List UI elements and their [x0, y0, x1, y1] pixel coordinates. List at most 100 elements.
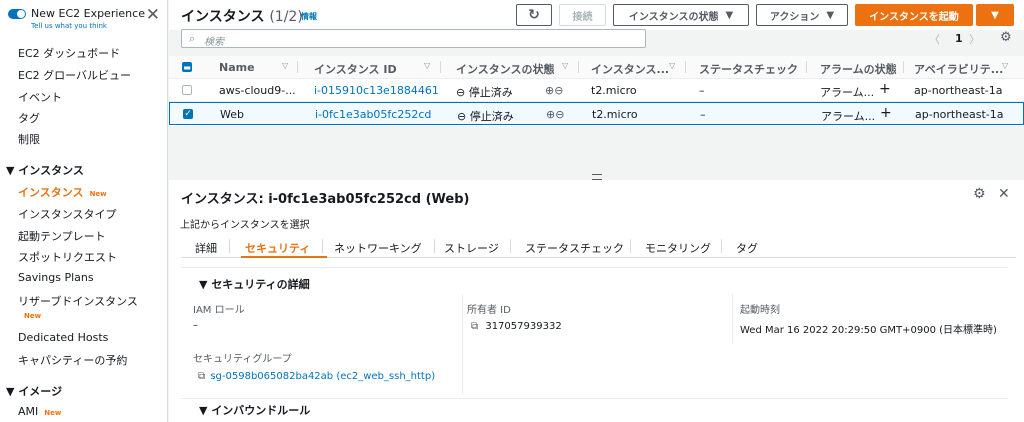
caret-down-icon: ▼ — [199, 278, 208, 291]
zoom-in-icon[interactable]: ⊕ — [545, 84, 554, 97]
alarm-status: アラーム... — [821, 110, 876, 123]
zoom-icons[interactable]: ⊕⊖ — [546, 108, 564, 121]
sidebar-item-limits[interactable]: 制限 — [18, 131, 40, 147]
active-tab-underline — [241, 256, 327, 258]
detail-subtitle: 上記からインスタンスを選択 — [180, 220, 310, 231]
table-header: ▬ Name ▽ インスタンス ID ▽ インスタンスの状態 ▽ インスタンス.… — [169, 56, 1024, 79]
copy-icon[interactable]: ⧉ — [198, 371, 205, 382]
add-alarm-icon[interactable]: + — [880, 105, 892, 121]
select-all-checkbox[interactable]: ▬ — [182, 62, 192, 72]
zoom-out-icon[interactable]: ⊖ — [554, 84, 563, 97]
instance-id-link[interactable]: i-0fc1e3ab05fc252cd — [315, 108, 431, 121]
search-input[interactable]: ⌕ 検索 — [181, 29, 646, 48]
refresh-button[interactable]: ↻ — [516, 4, 552, 26]
search-placeholder: 検索 — [204, 37, 224, 48]
chevron-right-icon[interactable]: 〉 — [969, 31, 980, 47]
launch-dropdown-button[interactable]: ▼ — [976, 4, 1014, 26]
sidebar-item-dedicated-hosts[interactable]: Dedicated Hosts — [18, 331, 108, 344]
filter-icon[interactable]: ▽ — [887, 61, 893, 70]
chevron-left-icon[interactable]: 〈 — [929, 31, 940, 47]
sidebar-item-events[interactable]: イベント — [18, 89, 62, 105]
sidebar-item-ami[interactable]: AMI New — [18, 405, 61, 418]
sidebar-item-instances[interactable]: インスタンス New — [18, 184, 107, 200]
row-checkbox[interactable] — [182, 85, 192, 95]
section-title: インバウンドルール — [211, 404, 311, 417]
page-number[interactable]: 1 — [955, 32, 963, 45]
col-alarm-status[interactable]: アラームの状態 — [820, 61, 897, 77]
connect-button[interactable]: 接続 — [559, 4, 606, 26]
sidebar-item-dashboard[interactable]: EC2 ダッシュボード — [18, 45, 120, 61]
filter-icon[interactable]: ▽ — [669, 61, 675, 70]
sidebar-section-images[interactable]: ▼ イメージ — [6, 383, 62, 399]
table-row[interactable]: aws-cloud9-... i-015910c13e1884461 ⊖ 停止済… — [169, 79, 1024, 102]
instance-type: t2.micro — [592, 108, 638, 121]
zoom-in-icon[interactable]: ⊕ — [546, 108, 555, 121]
tab-tags[interactable]: タグ — [736, 240, 758, 256]
sidebar-item-savings-plans[interactable]: Savings Plans — [18, 271, 94, 284]
stopped-icon: ⊖ — [456, 86, 466, 99]
state-text: 停止済み — [469, 110, 514, 123]
actions-button[interactable]: アクション ▼ — [756, 4, 848, 26]
col-availability-zone[interactable]: アベイラビリテ... — [914, 61, 1003, 77]
filter-icon[interactable]: ▽ — [562, 61, 568, 70]
tab-divider — [630, 239, 631, 253]
instance-detail-panel: インスタンス: i-0fc1e3ab05fc252cd (Web) ⚙ ✕ 上記… — [169, 180, 1024, 422]
instances-header: インスタンス (1/2) 情報 ↻ 接続 インスタンスの状態 ▼ アクション ▼… — [169, 0, 1024, 48]
gear-icon[interactable]: ⚙ — [973, 186, 986, 202]
launch-time-value: Wed Mar 16 2022 20:29:50 GMT+0900 (日本標準時… — [740, 325, 997, 336]
tab-status-checks[interactable]: ステータスチェック — [525, 240, 624, 256]
refresh-icon: ↻ — [528, 7, 540, 23]
sidebar-item-label: インスタンス — [18, 186, 84, 199]
zoom-icons[interactable]: ⊕⊖ — [545, 84, 563, 97]
toggle-switch[interactable] — [8, 9, 26, 19]
gear-icon[interactable]: ⚙ — [1000, 30, 1012, 45]
tab-networking[interactable]: ネットワーキング — [334, 240, 422, 256]
sidebar-item-launch-templates[interactable]: 起動テンプレート — [18, 228, 106, 244]
tab-monitoring[interactable]: モニタリング — [645, 240, 711, 256]
sidebar-item-tags[interactable]: タグ — [18, 110, 40, 126]
col-status-check[interactable]: ステータスチェック — [699, 61, 798, 77]
table-row[interactable]: ✓ Web i-0fc1e3ab05fc252cd ⊖ 停止済み ⊕⊖ t2.m… — [169, 102, 1024, 125]
col-instance-state[interactable]: インスタンスの状態 — [456, 61, 555, 77]
filter-icon[interactable]: ▽ — [424, 61, 430, 70]
state-text: 停止済み — [468, 86, 513, 99]
filter-icon[interactable]: ▽ — [282, 61, 288, 70]
sidebar-item-reserved-instances[interactable]: リザーブドインスタンス — [18, 293, 138, 309]
zoom-out-icon[interactable]: ⊖ — [555, 108, 564, 121]
close-icon[interactable]: ✕ — [146, 7, 160, 24]
col-instance-id[interactable]: インスタンス ID — [314, 61, 397, 77]
tab-security[interactable]: セキュリティ — [245, 240, 310, 256]
sidebar-section-instances[interactable]: ▼ インスタンス — [6, 162, 84, 178]
column-divider — [440, 61, 441, 73]
copy-icon[interactable]: ⧉ — [471, 321, 478, 332]
instance-state-button[interactable]: インスタンスの状態 ▼ — [613, 4, 749, 26]
new-experience-toggle[interactable]: New EC2 Experience Tell us what you thin… — [8, 7, 160, 33]
tab-details[interactable]: 詳細 — [195, 240, 217, 256]
sidebar-item-capacity-reservations[interactable]: キャパシティーの予約 — [18, 352, 127, 368]
tab-divider — [434, 239, 435, 253]
tab-storage[interactable]: ストレージ — [444, 240, 499, 256]
instance-id-link[interactable]: i-015910c13e1884461 — [314, 84, 439, 97]
instance-name: Web — [220, 108, 244, 121]
section-header-inbound[interactable]: ▼ インバウンドルール — [199, 402, 310, 418]
section-header-security[interactable]: ▼ セキュリティの詳細 — [199, 276, 310, 292]
row-checkbox[interactable]: ✓ — [183, 109, 193, 119]
caret-down-icon: ▼ — [199, 404, 208, 417]
sidebar-item-global-view[interactable]: EC2 グローバルビュー — [18, 67, 131, 83]
feedback-link[interactable]: Tell us what you think — [31, 22, 107, 30]
add-alarm-icon[interactable]: + — [879, 81, 891, 97]
filter-icon[interactable]: ▽ — [1002, 61, 1008, 70]
sidebar-item-instance-types[interactable]: インスタンスタイプ — [18, 206, 117, 222]
sidebar-item-spot-requests[interactable]: スポットリクエスト — [18, 249, 117, 265]
column-divider — [806, 61, 807, 73]
info-link[interactable]: 情報 — [301, 11, 317, 22]
status-check: – — [699, 84, 705, 97]
col-name[interactable]: Name — [219, 61, 255, 74]
security-group-link[interactable]: sg-0598b065082ba42ab (ec2_web_ssh_http) — [210, 371, 435, 382]
col-instance-type[interactable]: インスタンス... — [591, 61, 669, 77]
column-divider — [685, 61, 686, 73]
column-divider — [297, 61, 298, 73]
launch-instance-button[interactable]: インスタンスを起動 — [855, 4, 973, 26]
close-icon[interactable]: ✕ — [998, 186, 1010, 202]
tab-divider — [322, 239, 323, 253]
